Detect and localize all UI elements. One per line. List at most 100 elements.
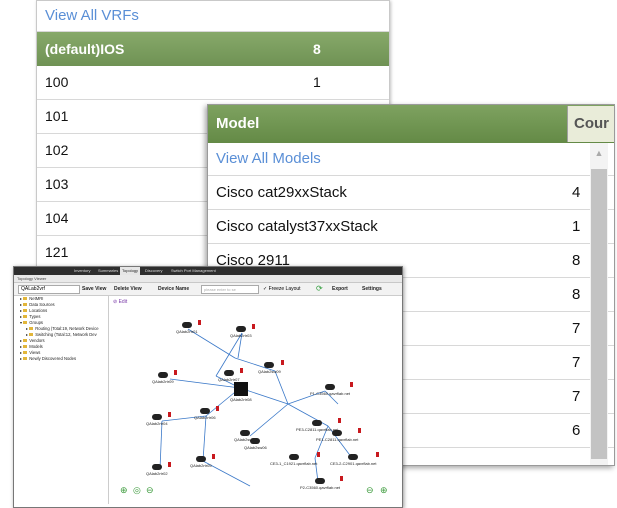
alert-badge [173,370,177,375]
model-count: 8 [572,286,581,303]
model-count: 6 [572,422,581,439]
view-all-models-link[interactable]: View All Models [208,143,614,176]
alert-badge [340,476,344,481]
delete-view-button[interactable]: Delete View [114,286,142,292]
topology-node[interactable]: QAlab2rtr08 [230,382,252,402]
model-count: 7 [572,354,581,371]
router-icon [151,464,162,470]
tab-summaries[interactable]: Summaries [98,268,118,273]
edit-button[interactable]: ⊘ Edit [113,299,127,305]
link [159,420,163,470]
column-header-model[interactable]: Model [216,115,259,132]
model-count: 4 [572,184,581,201]
router-icon [223,370,234,376]
topology-node[interactable]: QAlab2rtr07 [218,368,243,382]
collapse-icon[interactable]: ⊖ [366,485,374,496]
zoom-in-icon[interactable]: ⊕ [120,485,128,496]
alert-badge [239,368,243,373]
topology-node[interactable]: QAlab2rtr01 [176,320,201,334]
topology-toolbar: QALab2vrf Save View Delete View Device N… [14,283,402,296]
vrf-name: 101 [45,108,69,124]
vrf-name: (default)IOS [45,41,125,57]
router-icon [288,454,299,460]
topology-node[interactable]: CE3-2-C2901.qavrflab.net [330,452,380,466]
topology-node[interactable]: QAlab2rtr03 [230,324,255,338]
scroll-up-arrow-icon[interactable]: ▲ [590,143,608,163]
topology-node[interactable]: PE1-C2811.qavrflab.net [316,428,362,442]
refresh-icon[interactable]: ⟳ [316,284,323,293]
scroll-thumb[interactable] [591,169,607,459]
topology-node[interactable]: P1-C3560.qavrflab.net [310,382,354,396]
expand-icon[interactable]: ⊕ [380,485,388,496]
folder-icon [23,339,28,343]
folder-icon [23,345,28,349]
node-label: QAlab2rtr02 [146,471,168,476]
freeze-layout-checkbox[interactable]: ✓ Freeze Layout [263,286,301,292]
edit-label: Edit [118,299,128,305]
tree-label: Locations [29,308,48,313]
topology-node[interactable]: QAlab2sw09 [258,360,284,374]
vrf-name: 104 [45,210,69,226]
model-row[interactable]: Cisco catalyst37xxStack 1 [208,210,614,244]
vrf-row-default[interactable]: (default)IOS 8 [37,32,389,66]
save-view-button[interactable]: Save View [82,286,106,292]
node-label: QAlab2rtr06 [194,415,216,420]
model-row[interactable]: Cisco cat29xxStack 4 [208,176,614,210]
window-title: Topology Viewer [17,276,47,281]
topology-title-bar: Topology Viewer [14,275,402,283]
router-icon [181,322,192,328]
link [202,415,207,462]
topology-node[interactable]: QAlab2rtr06 [194,406,219,420]
vrf-name: 102 [45,142,69,158]
folder-icon [23,351,28,355]
tab-switch-port-management[interactable]: Switch Port Management [171,268,216,273]
router-icon [348,454,359,460]
tree-label: Views [29,350,41,355]
topology-node[interactable]: P2-C3560.qavrflab.net [300,476,344,490]
settings-button[interactable]: Settings [362,286,382,292]
router-icon [235,326,246,332]
alert-badge [358,428,362,433]
model-name: Cisco cat29xxStack [216,184,347,201]
router-icon [151,414,162,420]
column-header-count[interactable]: Cour [567,106,614,142]
export-button[interactable]: Export [332,286,348,292]
alert-badge [350,382,354,387]
folder-icon [23,357,28,361]
topology-node[interactable]: QAlab2rtr05 [190,454,215,468]
fit-view-icon[interactable]: ◎ [133,485,141,496]
device-tree-panel: ▸ NetMRI ▸ Data Sources ▸ Locations ▸ Ty… [16,296,109,504]
model-count: 7 [572,388,581,405]
node-label: P1-C3560.qavrflab.net [310,391,351,396]
model-count: 1 [572,218,581,235]
tree-node[interactable]: ▸ Newly Discovered Nodes [16,356,108,362]
vrf-row[interactable]: 100 1 [37,66,389,100]
view-select[interactable]: QALab2vrf [18,285,80,294]
alert-badge [376,452,380,457]
topology-node[interactable]: CE3-1_C1921.qavrflab.net [270,452,321,466]
tree-label: NetMRI [29,296,44,301]
switch-icon [240,430,251,436]
model-count: 7 [572,320,581,337]
switch-icon [315,478,326,484]
model-scrollbar[interactable]: ▲ [590,143,608,465]
freeze-layout-label: Freeze Layout [268,286,301,292]
core-switch-icon [233,382,248,396]
topology-node[interactable]: QAlab2rtr02 [146,462,171,476]
topology-node[interactable]: QAlab2rtr04 [146,412,171,426]
topology-canvas[interactable]: ⊘ Edit QAlab2rtr01 QAlab2rtr03 QAlab2rtr… [110,296,400,504]
model-name: Cisco catalyst37xxStack [216,218,378,235]
folder-icon [23,309,28,313]
topology-node[interactable]: QAlab2sw06 [244,438,267,450]
topology-node[interactable]: QAlab2rtr09 [152,370,177,384]
vrf-name: 121 [45,244,69,260]
tab-topology[interactable]: Topology [120,267,141,275]
router-icon [157,372,168,378]
model-count: 8 [572,252,581,269]
view-all-vrfs-link[interactable]: View All VRFs [37,1,389,32]
tab-discovery[interactable]: Discovery [145,268,163,273]
switch-icon [250,438,261,444]
device-search-input[interactable]: please enter to se [201,285,259,294]
tab-inventory[interactable]: Inventory [74,268,90,273]
zoom-out-icon[interactable]: ⊖ [146,485,154,496]
